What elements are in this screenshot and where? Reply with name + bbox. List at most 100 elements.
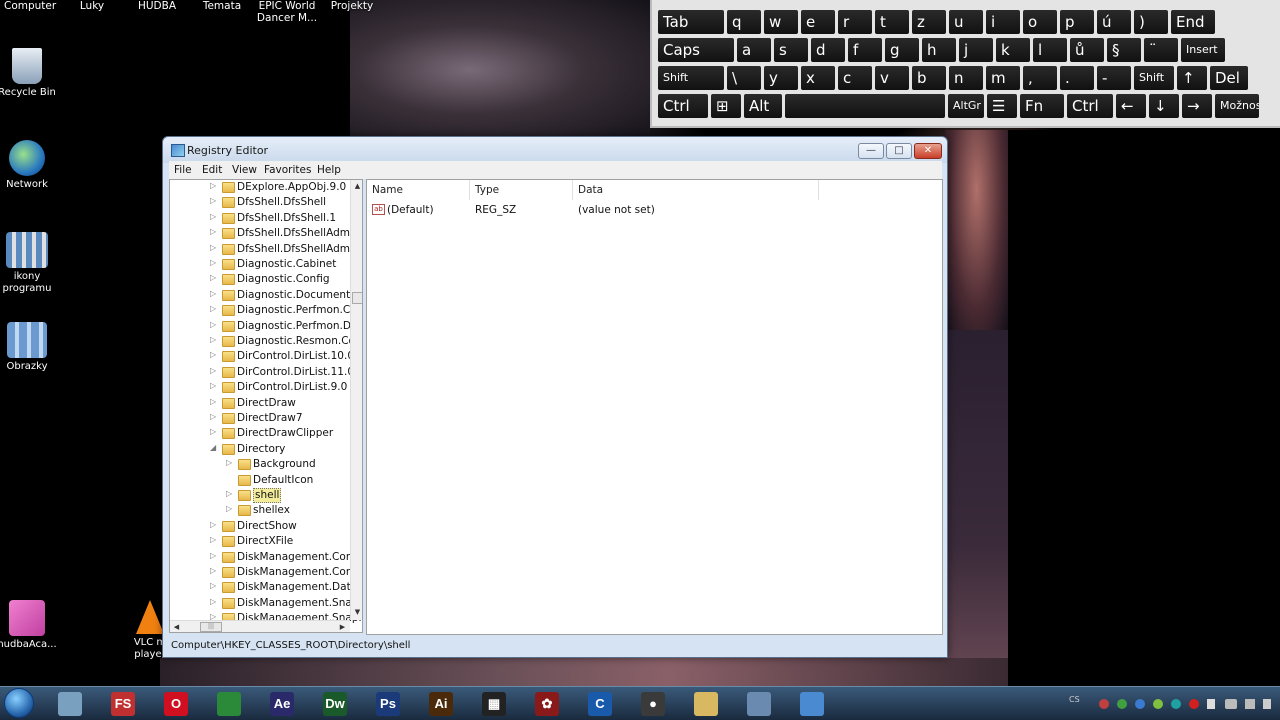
key-2-7[interactable]: n (949, 66, 983, 90)
network-app[interactable] (735, 689, 783, 719)
desktop-icon-network[interactable]: Network (0, 140, 62, 191)
key-2-0[interactable]: Shift (658, 66, 724, 90)
key-1-4[interactable]: f (848, 38, 882, 62)
key-2-13[interactable]: ↑ (1177, 66, 1207, 90)
desktop-icon-obrazky[interactable]: Obrazky (0, 322, 62, 373)
language-indicator[interactable]: CS (1069, 695, 1080, 704)
key-1-1[interactable]: a (737, 38, 771, 62)
desktop-icon-projekty[interactable]: Projekty (328, 0, 376, 12)
tree-item[interactable]: ▷ DfsShell.DfsShellAdmin (170, 226, 360, 241)
desktop-icon-luky[interactable]: Luky (70, 0, 114, 12)
tray-icon[interactable] (1099, 699, 1109, 709)
key-3-2[interactable]: Alt (744, 94, 782, 118)
key-1-8[interactable]: k (996, 38, 1030, 62)
key-0-4[interactable]: r (838, 10, 872, 34)
desktop-icon-ikony-programu[interactable]: ikony programu (0, 232, 62, 295)
key-3-7[interactable]: Ctrl (1067, 94, 1113, 118)
expand-arrow-icon[interactable]: ▷ (210, 427, 218, 436)
expand-arrow-icon[interactable]: ▷ (226, 458, 234, 467)
scroll-down-arrow-icon[interactable]: ▼ (351, 606, 362, 619)
key-2-8[interactable]: m (986, 66, 1020, 90)
key-1-9[interactable]: l (1033, 38, 1067, 62)
expand-arrow-icon[interactable]: ▷ (210, 551, 218, 560)
key-0-7[interactable]: u (949, 10, 983, 34)
key-0-8[interactable]: i (986, 10, 1020, 34)
tree-item[interactable]: ▷ Diagnostic.Config (170, 272, 350, 287)
key-2-9[interactable]: , (1023, 66, 1057, 90)
key-3-3[interactable] (785, 94, 945, 118)
key-3-4[interactable]: AltGr (948, 94, 984, 118)
desktop-icon-hudbaaca[interactable]: hudbaAca... (0, 600, 62, 651)
expand-arrow-icon[interactable]: ▷ (210, 535, 218, 544)
tree-item[interactable]: ▷ DExplore.AppObj.9.0 (170, 180, 350, 195)
key-3-0[interactable]: Ctrl (658, 94, 708, 118)
tree-item[interactable]: ▷ DiskManagement.Contr (170, 565, 361, 580)
key-1-7[interactable]: j (959, 38, 993, 62)
key-1-12[interactable]: ¨ (1144, 38, 1178, 62)
key-0-5[interactable]: t (875, 10, 909, 34)
fs-app[interactable]: FS (99, 689, 147, 719)
explorer-app[interactable] (682, 689, 730, 719)
network-status-icon[interactable] (1245, 699, 1255, 709)
key-1-13[interactable]: Insert (1181, 38, 1225, 62)
tree-item[interactable]: ▷ DirectDraw7 (170, 411, 350, 426)
menu-favorites[interactable]: Favorites (264, 164, 311, 176)
column-header-data[interactable]: Data (573, 180, 819, 200)
expand-arrow-icon[interactable]: ▷ (210, 320, 218, 329)
tree-item[interactable]: ▷ DiskManagement.SnapI (170, 596, 362, 611)
expand-arrow-icon[interactable]: ▷ (210, 581, 218, 590)
key-0-2[interactable]: w (764, 10, 798, 34)
key-0-6[interactable]: z (912, 10, 946, 34)
tree-item[interactable]: ▷ DfsShell.DfsShellAdmin. (170, 242, 362, 257)
expand-arrow-icon[interactable]: ▷ (210, 289, 218, 298)
expand-arrow-icon[interactable]: ▷ (210, 597, 218, 606)
key-2-11[interactable]: - (1097, 66, 1131, 90)
key-0-0[interactable]: Tab (658, 10, 724, 34)
expand-arrow-icon[interactable]: ▷ (210, 258, 218, 267)
key-0-11[interactable]: ú (1097, 10, 1131, 34)
close-button[interactable]: ✕ (914, 143, 942, 159)
key-2-12[interactable]: Shift (1134, 66, 1174, 90)
key-2-2[interactable]: y (764, 66, 798, 90)
davinci-app[interactable]: ✿ (523, 689, 571, 719)
column-header-name[interactable]: Name (367, 180, 470, 200)
tree-item[interactable]: ▷ DirectDrawClipper (170, 426, 350, 441)
expand-arrow-icon[interactable]: ▷ (210, 566, 218, 575)
volume-icon[interactable] (1263, 699, 1271, 709)
tree-item[interactable]: ◢ Directory (170, 442, 350, 457)
tray-icon[interactable] (1189, 699, 1199, 709)
video-app[interactable]: ▦ (470, 689, 518, 719)
expand-arrow-icon[interactable]: ▷ (210, 381, 218, 390)
expand-arrow-icon[interactable]: ▷ (210, 196, 218, 205)
menu-file[interactable]: File (174, 164, 192, 176)
desktop-icon-epic-world-dancer[interactable]: EPIC World Dancer M... (256, 0, 318, 24)
ccleaner-app[interactable]: C (576, 689, 624, 719)
expand-arrow-icon[interactable]: ▷ (210, 304, 218, 313)
tray-icon[interactable] (1117, 699, 1127, 709)
desktop-icon-temata[interactable]: Temata (198, 0, 246, 12)
tree-vertical-scrollbar[interactable]: ▲ ▼ (350, 180, 362, 620)
expand-arrow-icon[interactable]: ▷ (210, 350, 218, 359)
expand-arrow-icon[interactable]: ▷ (210, 243, 218, 252)
key-3-10[interactable]: → (1182, 94, 1212, 118)
tree-item[interactable]: ▷ DirectDraw (170, 396, 350, 411)
tree-item[interactable]: ▷ DirectShow (170, 519, 350, 534)
maximize-button[interactable]: □ (886, 143, 912, 159)
key-1-3[interactable]: d (811, 38, 845, 62)
desktop-icon-recycle-bin[interactable]: Recycle Bin (0, 48, 62, 99)
key-2-4[interactable]: c (838, 66, 872, 90)
tree-item[interactable]: ▷ Diagnostic.Resmon.Cor (170, 334, 359, 349)
dreamweaver-app[interactable]: Dw (311, 689, 359, 719)
key-0-12[interactable]: ) (1134, 10, 1168, 34)
start-button[interactable] (4, 688, 34, 718)
tree-item[interactable]: ▷ Background (170, 457, 350, 472)
tree-item[interactable]: ▷ DirControl.DirList.10.0 (170, 349, 354, 364)
after-effects-app[interactable]: Ae (258, 689, 306, 719)
expand-arrow-icon[interactable]: ▷ (210, 212, 218, 221)
desktop-icon-computer[interactable]: Computer (4, 0, 56, 12)
chrome-app[interactable] (205, 689, 253, 719)
expand-arrow-icon[interactable]: ▷ (210, 366, 218, 375)
key-0-13[interactable]: End (1171, 10, 1215, 34)
recorder-app[interactable]: ● (629, 689, 677, 719)
key-3-5[interactable]: ☰ (987, 94, 1017, 118)
